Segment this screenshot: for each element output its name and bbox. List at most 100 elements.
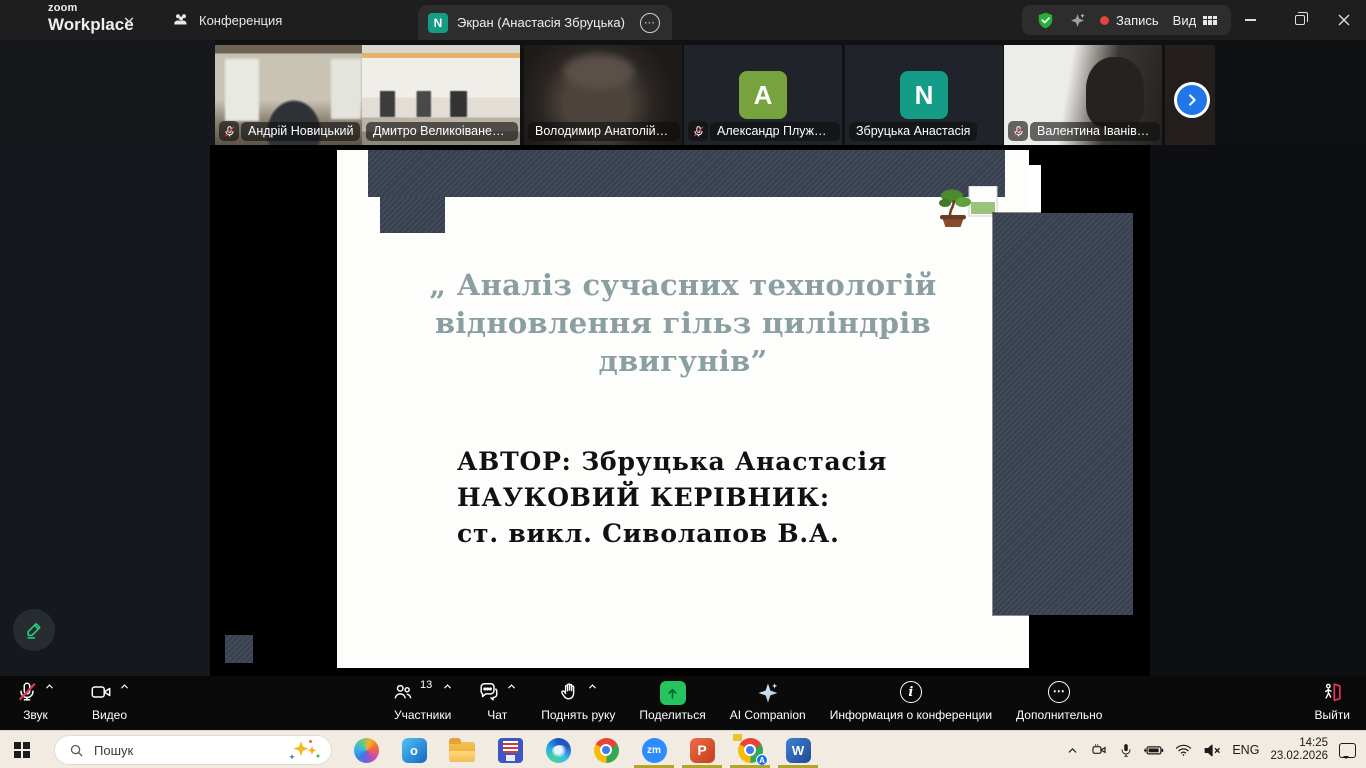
video-menu-chevron-icon[interactable]: [119, 681, 130, 692]
tab-meeting[interactable]: Конференция: [172, 6, 282, 34]
ai-companion-label: AI Companion: [730, 708, 806, 722]
tray-clock[interactable]: 14:25 23.02.2026: [1270, 737, 1328, 763]
system-tray: ENG 14:25 23.02.2026: [1066, 731, 1356, 768]
ellipsis-icon: ⋯: [1048, 681, 1070, 703]
avatar-letter: N: [900, 71, 948, 119]
tray-mic-icon[interactable]: [1119, 742, 1133, 758]
tray-chevron-up-icon[interactable]: [1066, 744, 1079, 757]
raise-hand-label: Поднять руку: [541, 708, 615, 722]
notification-center-icon[interactable]: [1339, 743, 1356, 758]
participant-name: Андрій Новицький: [241, 122, 360, 141]
slide-title-line: відновлення гільз циліндрів: [337, 304, 1029, 342]
view-button[interactable]: Вид: [1173, 13, 1218, 28]
participant-tile-3[interactable]: Володимир Анатолійов...: [524, 45, 682, 145]
search-icon: [69, 743, 84, 758]
slide-author-block: АВТОР: Збруцька Анастасія НАУКОВИЙ КЕРІВ…: [457, 444, 887, 552]
stage-right-gap: [1150, 145, 1366, 676]
record-dot-icon: [1100, 16, 1109, 25]
powerpoint-icon: P: [690, 738, 715, 763]
participant-tile-4[interactable]: А Александр Плужников: [684, 45, 842, 145]
audio-label: Звук: [23, 708, 48, 722]
leave-meeting-label: Выйти: [1314, 708, 1350, 722]
slide-author-line: НАУКОВИЙ КЕРІВНИК:: [457, 480, 887, 516]
taskbar-powerpoint[interactable]: P: [678, 731, 726, 768]
taskbar-copilot[interactable]: [342, 731, 390, 768]
ai-sparkle-icon[interactable]: [1069, 12, 1086, 29]
taskbar-zoom[interactable]: zm: [630, 731, 678, 768]
slide-decor-band: [368, 150, 1005, 197]
participant-tile-2[interactable]: Дмитро Великоіваненко: [362, 45, 520, 145]
presentation-slide: „ Аналіз сучасних технологій відновлення…: [337, 150, 1029, 668]
recording-label: Запись: [1116, 13, 1159, 28]
video-strip: Андрій Новицький Дмитро Великоіваненко В…: [0, 40, 1366, 145]
participant-name: Александр Плужников: [710, 122, 840, 141]
windows-taskbar: Пошук o zm P A W ENG: [0, 730, 1366, 768]
slide-decor-step: [380, 197, 445, 233]
audio-menu-chevron-icon[interactable]: [44, 681, 55, 692]
copilot-sparkles-icon: [287, 738, 321, 762]
raise-hand-menu-chevron-icon[interactable]: [587, 681, 598, 692]
chat-button[interactable]: Чат: [477, 681, 517, 722]
muted-mic-icon: [16, 681, 38, 703]
screen-tab-avatar: N: [428, 13, 448, 33]
restore-button[interactable]: [1278, 0, 1322, 40]
taskbar-chrome-profile[interactable]: A: [726, 731, 774, 768]
more-options-label: Дополнительно: [1016, 708, 1102, 722]
tray-camera-icon[interactable]: [1090, 742, 1108, 758]
annotate-button[interactable]: [13, 609, 55, 651]
taskbar-file-explorer[interactable]: [438, 731, 486, 768]
titlebar: zoom Workplace Конференция N Экран (Анас…: [0, 0, 1366, 40]
chat-menu-chevron-icon[interactable]: [506, 681, 517, 692]
info-icon: i: [900, 681, 922, 703]
tab-options-icon[interactable]: ⋯: [640, 13, 660, 33]
ai-companion-button[interactable]: AI Companion: [730, 681, 806, 722]
zoom-workplace-logo: zoom Workplace: [48, 3, 134, 33]
minimize-button[interactable]: [1228, 0, 1272, 40]
slide-decor-small-square: [225, 635, 253, 663]
muted-mic-icon: [1008, 121, 1028, 141]
tray-time: 14:25: [1270, 737, 1328, 750]
pencil-icon: [24, 620, 44, 640]
tray-language[interactable]: ENG: [1232, 743, 1259, 757]
participant-tile-1[interactable]: Андрій Новицький: [215, 45, 373, 145]
tray-wifi-icon[interactable]: [1175, 743, 1192, 757]
participant-name: Збруцька Анастасія: [849, 122, 977, 141]
tray-battery-icon[interactable]: [1144, 743, 1164, 757]
share-screen-button[interactable]: Поделиться: [639, 681, 705, 722]
recording-indicator[interactable]: Запись: [1100, 13, 1159, 28]
participant-tile-5-active-speaker[interactable]: N Збруцька Анастасія: [845, 45, 1003, 145]
audio-button[interactable]: Звук: [16, 681, 55, 722]
chevron-down-icon[interactable]: [122, 13, 136, 27]
taskbar-chrome[interactable]: [582, 731, 630, 768]
tab-screen-share[interactable]: N Экран (Анастасія Збруцька) ⋯: [418, 5, 672, 40]
leave-meeting-button[interactable]: Выйти: [1314, 681, 1350, 722]
security-shield-icon[interactable]: [1036, 11, 1055, 30]
slide-title-line: „ Аналіз сучасних технологій: [337, 266, 1029, 304]
participants-button[interactable]: 13 Участники: [392, 681, 453, 722]
chat-label: Чат: [487, 708, 507, 722]
outlook-icon: o: [402, 738, 427, 763]
raise-hand-button[interactable]: Поднять руку: [541, 681, 615, 722]
bonsai-tree-image: [937, 186, 999, 232]
word-icon: W: [786, 738, 811, 763]
muted-mic-icon: [219, 121, 239, 141]
tray-volume-muted-icon[interactable]: [1203, 743, 1221, 758]
slide-title: „ Аналіз сучасних технологій відновлення…: [337, 266, 1029, 380]
search-placeholder: Пошук: [94, 743, 133, 758]
zoom-app-icon: zm: [642, 738, 667, 763]
participant-tile-6[interactable]: Валентина Іванівна ...: [1004, 45, 1162, 145]
brand-workplace: Workplace: [48, 16, 134, 33]
participants-menu-chevron-icon[interactable]: [442, 681, 453, 692]
taskbar-edge[interactable]: [534, 731, 582, 768]
next-participants-button[interactable]: [1174, 82, 1210, 118]
chrome-icon: [594, 738, 619, 763]
taskbar-outlook[interactable]: o: [390, 731, 438, 768]
more-options-button[interactable]: ⋯ Дополнительно: [1016, 681, 1102, 722]
taskbar-save-app[interactable]: [486, 731, 534, 768]
meeting-info-button[interactable]: i Информация о конференции: [830, 681, 992, 722]
video-button[interactable]: Видео: [89, 681, 130, 722]
start-button[interactable]: [14, 742, 30, 758]
close-button[interactable]: [1322, 0, 1366, 40]
taskbar-word[interactable]: W: [774, 731, 822, 768]
taskbar-search[interactable]: Пошук: [54, 735, 332, 765]
